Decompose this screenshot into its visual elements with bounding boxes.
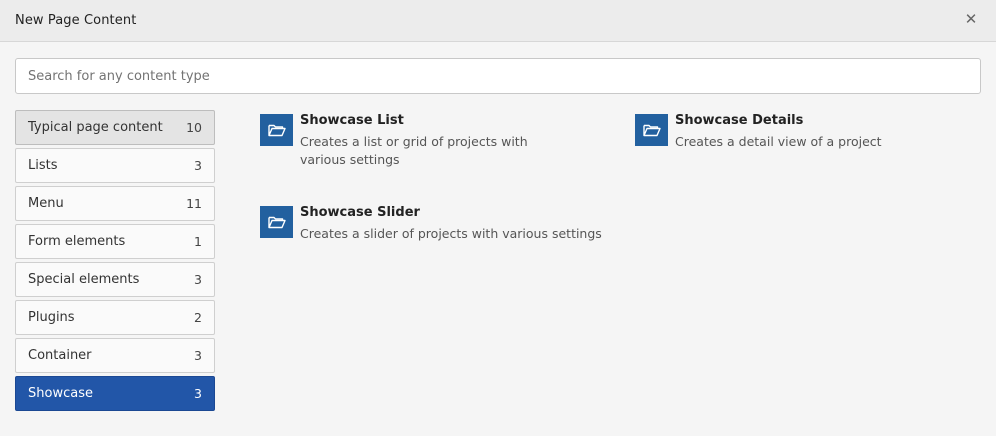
close-icon: ✕	[964, 10, 978, 28]
category-count: 1	[194, 234, 202, 249]
close-button[interactable]: ✕	[963, 11, 979, 27]
content-type-showcase-list[interactable]: Showcase List Creates a list or grid of …	[260, 112, 550, 169]
category-count: 3	[194, 158, 202, 173]
content-type-description: Creates a detail view of a project	[675, 134, 882, 149]
category-count: 11	[186, 196, 202, 211]
content-type-title: Showcase Details	[675, 113, 804, 128]
category-label: Form elements	[28, 234, 126, 249]
content-type-description: Creates a list or grid of projects with …	[300, 134, 528, 167]
category-count: 3	[194, 386, 202, 401]
search-input[interactable]	[15, 58, 981, 94]
folder-open-icon	[260, 114, 293, 146]
category-label: Showcase	[28, 386, 93, 401]
dialog-body: Typical page content 10 Lists 3 Menu 11 …	[0, 94, 996, 430]
category-label: Typical page content	[28, 120, 163, 135]
search-container	[0, 42, 996, 94]
category-menu[interactable]: Menu 11	[15, 186, 215, 221]
category-label: Plugins	[28, 310, 75, 325]
new-page-content-dialog: New Page Content ✕ Typical page content …	[0, 0, 996, 436]
category-label: Lists	[28, 158, 58, 173]
content-type-showcase-slider[interactable]: Showcase Slider Creates a slider of proj…	[260, 204, 620, 243]
category-count: 3	[194, 272, 202, 287]
category-count: 2	[194, 310, 202, 325]
category-label: Special elements	[28, 272, 140, 287]
category-container[interactable]: Container 3	[15, 338, 215, 373]
category-showcase[interactable]: Showcase 3	[15, 376, 215, 411]
category-lists[interactable]: Lists 3	[15, 148, 215, 183]
category-special-elements[interactable]: Special elements 3	[15, 262, 215, 297]
dialog-header: New Page Content ✕	[0, 0, 996, 42]
folder-open-icon	[635, 114, 668, 146]
content-type-panel: Showcase List Creates a list or grid of …	[215, 110, 981, 430]
content-type-title: Showcase List	[300, 113, 404, 128]
folder-open-icon	[260, 206, 293, 238]
category-count: 3	[194, 348, 202, 363]
category-typical-page-content[interactable]: Typical page content 10	[15, 110, 215, 145]
category-count: 10	[186, 120, 202, 135]
content-type-title: Showcase Slider	[300, 205, 420, 220]
dialog-title: New Page Content	[15, 13, 137, 28]
content-type-description: Creates a slider of projects with variou…	[300, 226, 602, 241]
content-type-showcase-details[interactable]: Showcase Details Creates a detail view o…	[635, 112, 955, 151]
category-plugins[interactable]: Plugins 2	[15, 300, 215, 335]
category-label: Menu	[28, 196, 64, 211]
category-form-elements[interactable]: Form elements 1	[15, 224, 215, 259]
category-sidebar: Typical page content 10 Lists 3 Menu 11 …	[15, 110, 215, 430]
category-label: Container	[28, 348, 92, 363]
